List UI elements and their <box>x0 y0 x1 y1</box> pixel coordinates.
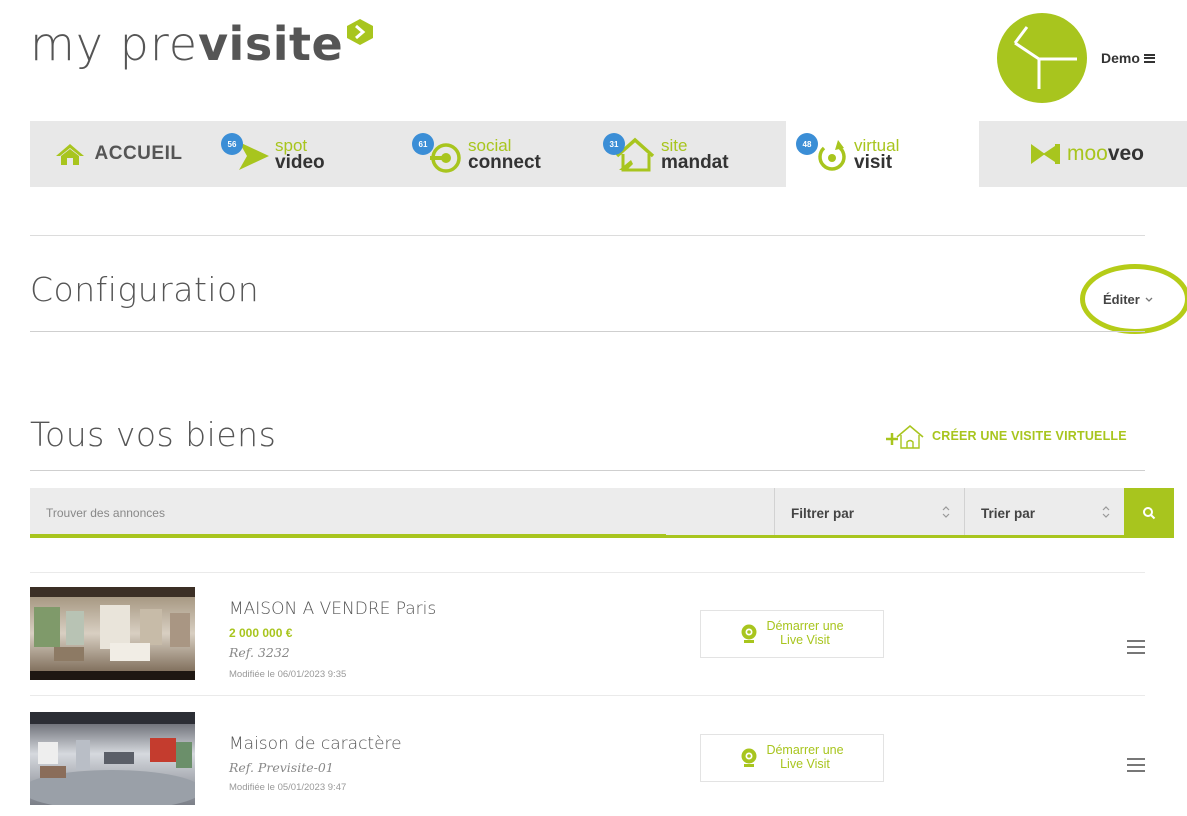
count-badge: 61 <box>412 133 434 155</box>
create-label: CRÉER UNE VISITE VIRTUELLE <box>932 429 1127 443</box>
listing-title: MAISON A VENDRE Paris <box>229 599 437 619</box>
product-label-bold: mandat <box>661 151 729 173</box>
search-underline <box>30 534 666 538</box>
start-live-visit-button[interactable]: Démarrer une Live Visit <box>700 734 884 782</box>
product-label-bold: connect <box>468 151 541 173</box>
start-live-visit-button[interactable]: Démarrer une Live Visit <box>700 610 884 658</box>
sort-select[interactable]: Trier par <box>964 488 1124 538</box>
mooveo-label-bold: veo <box>1107 142 1145 165</box>
sort-arrows-icon <box>1102 506 1110 518</box>
live-label-line1: Démarrer une <box>766 619 844 634</box>
nav-virtual-visit[interactable]: 48 virtual visit <box>786 121 979 187</box>
listing-modified: Modifiée le 06/01/2023 9:35 <box>229 669 347 680</box>
listing-modified: Modifiée le 05/01/2023 9:47 <box>229 782 347 793</box>
menu-icon <box>1143 53 1155 63</box>
nav-mooveo[interactable]: moo veo <box>986 121 1187 187</box>
edit-label: Éditer <box>1103 292 1140 307</box>
avatar-logo-icon <box>1013 26 1077 89</box>
row-menu-icon[interactable] <box>1127 640 1145 654</box>
search-input[interactable] <box>30 488 774 538</box>
add-house-icon <box>886 424 924 449</box>
mooveo-icon <box>1030 144 1060 164</box>
webcam-icon <box>741 624 757 643</box>
live-label-line1: Démarrer une <box>766 743 844 758</box>
home-icon <box>55 144 84 165</box>
product-label-bold: video <box>275 151 325 173</box>
product-label-light: virtual <box>854 135 900 155</box>
listing-ref: Ref. 3232 <box>229 645 290 660</box>
filter-select[interactable]: Filtrer par <box>774 488 964 538</box>
divider <box>30 470 1145 471</box>
filter-label: Filtrer par <box>791 505 855 521</box>
listings-title: Tous vos biens <box>30 415 277 454</box>
search-icon <box>1143 507 1156 520</box>
list-item[interactable]: MAISON A VENDRE Paris 2 000 000 € Ref. 3… <box>30 573 1145 695</box>
count-badge: 56 <box>221 133 243 155</box>
property-thumbnail[interactable] <box>30 587 195 680</box>
user-name: Demo <box>1101 50 1140 66</box>
sort-arrows-icon <box>942 506 950 518</box>
list-item[interactable]: Maison de caractère Ref. Previsite-01 Mo… <box>30 696 1145 816</box>
nav-social-connect[interactable]: 61 social connect <box>400 121 593 187</box>
sort-label: Trier par <box>981 505 1036 521</box>
nav-home[interactable]: ACCUEIL <box>30 121 207 187</box>
live-label-line2: Live Visit <box>780 757 830 771</box>
product-nav: ACCUEIL 56 spot video 61 social connect … <box>30 121 1187 187</box>
nav-home-label: ACCUEIL <box>94 143 183 164</box>
select-underline <box>666 535 1144 538</box>
create-virtual-visit-button[interactable]: CRÉER UNE VISITE VIRTUELLE <box>884 422 1127 450</box>
count-badge: 31 <box>603 133 625 155</box>
logo-text-light: my pre <box>30 17 199 71</box>
divider <box>30 235 1145 236</box>
nav-site-mandat[interactable]: 31 site mandat <box>593 121 786 187</box>
count-badge: 48 <box>796 133 818 155</box>
row-menu-icon[interactable] <box>1127 758 1145 772</box>
webcam-icon <box>741 748 757 767</box>
product-label-bold: visit <box>854 151 893 173</box>
listing-ref: Ref. Previsite-01 <box>229 760 334 775</box>
search-button[interactable] <box>1124 488 1174 538</box>
avatar[interactable] <box>997 13 1087 103</box>
listing-title: Maison de caractère <box>229 734 402 754</box>
product-label-light: social <box>468 135 512 155</box>
config-title: Configuration <box>30 270 260 309</box>
user-menu-button[interactable]: Demo <box>1101 50 1155 66</box>
product-label-light: site <box>661 135 688 155</box>
chevron-down-icon <box>1145 297 1153 302</box>
divider <box>30 331 1145 332</box>
product-label-light: spot <box>275 135 308 155</box>
edit-dropdown[interactable]: Éditer <box>1103 292 1153 307</box>
previsite-logo[interactable]: my pre visite <box>30 14 375 74</box>
live-label-line2: Live Visit <box>780 633 830 647</box>
listing-price: 2 000 000 € <box>229 626 293 640</box>
property-thumbnail[interactable] <box>30 712 195 805</box>
nav-spot-video[interactable]: 56 spot video <box>207 121 400 187</box>
logo-arrow-icon <box>347 19 374 45</box>
logo-text-bold: visite <box>198 17 344 71</box>
mooveo-label-light: moo <box>1066 142 1108 165</box>
